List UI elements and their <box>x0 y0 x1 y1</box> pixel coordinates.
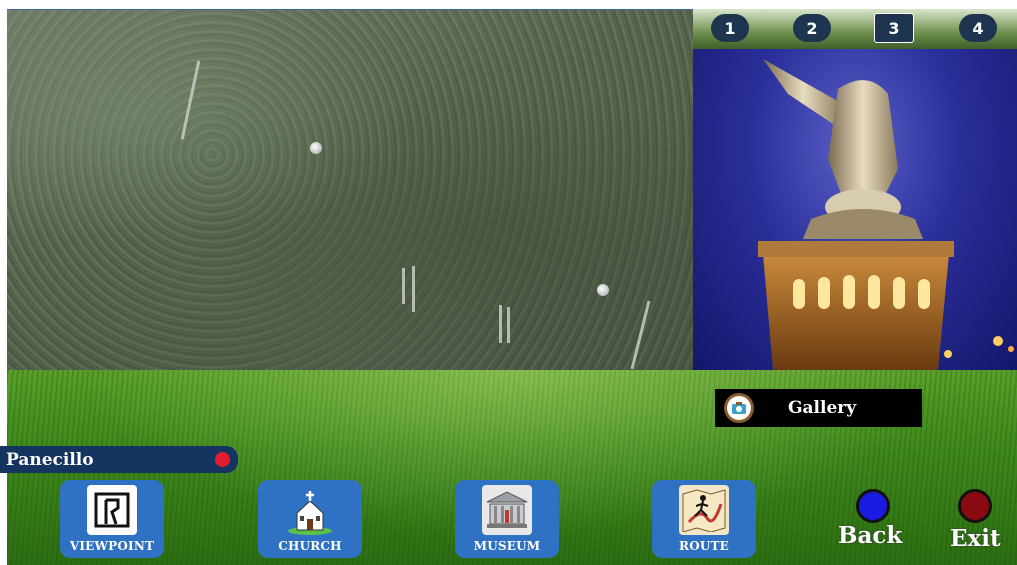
kiosk-screen: 1 2 3 4 Gallery Panecillo VIEWPOINT CHUR… <box>0 0 1017 565</box>
exit-label[interactable]: Exit <box>950 525 1001 552</box>
cable-pole <box>507 307 510 343</box>
exit-button[interactable] <box>958 489 992 523</box>
gallery-label: Gallery <box>788 398 857 418</box>
cable-pole <box>402 268 405 304</box>
photo-tab-2[interactable]: 2 <box>793 14 831 42</box>
route-label: ROUTE <box>679 539 729 553</box>
route-button[interactable]: ROUTE <box>652 480 756 558</box>
museum-icon <box>482 485 532 535</box>
hillside-video-view <box>7 9 693 371</box>
cable-car-cabin <box>310 142 322 154</box>
photo-tab-bar: 1 2 3 4 <box>693 9 1017 49</box>
gallery-button[interactable]: Gallery <box>715 389 922 427</box>
museum-button[interactable]: MUSEUM <box>455 480 559 558</box>
location-name: Panecillo <box>6 449 94 470</box>
cable-car-cabin <box>597 284 609 296</box>
cable-pole <box>499 305 502 343</box>
virgin-statue-photo <box>693 49 1017 370</box>
church-label: CHURCH <box>278 539 342 553</box>
church-icon <box>285 485 335 535</box>
photo-panel: 1 2 3 4 <box>693 9 1017 370</box>
back-label[interactable]: Back <box>838 522 902 549</box>
route-icon <box>679 485 729 535</box>
viewpoint-button[interactable]: VIEWPOINT <box>60 480 164 558</box>
church-button[interactable]: CHURCH <box>258 480 362 558</box>
location-bar: Panecillo <box>0 446 238 473</box>
photo-tab-4[interactable]: 4 <box>959 14 997 42</box>
viewpoint-icon <box>87 485 137 535</box>
cable-pole <box>412 266 415 312</box>
viewpoint-label: VIEWPOINT <box>69 539 155 553</box>
view-haze <box>7 10 693 371</box>
statue-illustration <box>758 59 1014 370</box>
photo-tab-3[interactable]: 3 <box>874 13 914 43</box>
photo-tab-1[interactable]: 1 <box>711 14 749 42</box>
camera-icon <box>724 393 754 423</box>
back-button[interactable] <box>856 489 890 523</box>
location-status-dot <box>215 452 230 467</box>
museum-label: MUSEUM <box>473 539 541 553</box>
